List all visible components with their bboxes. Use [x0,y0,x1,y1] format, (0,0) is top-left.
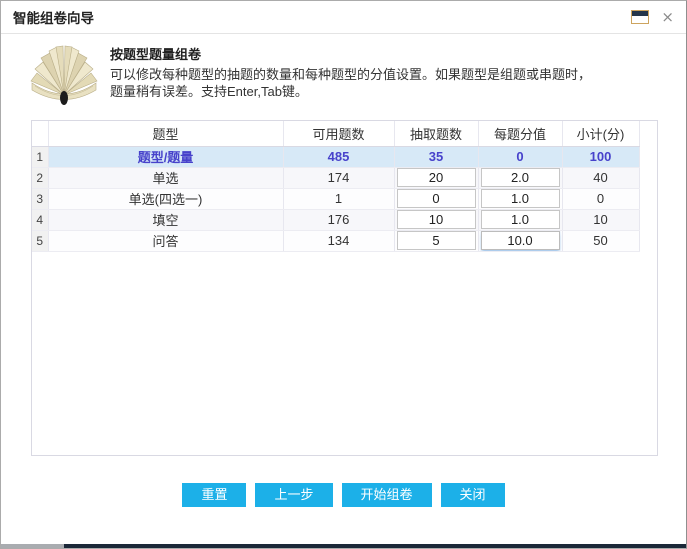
row-number: 4 [32,209,48,230]
dialog-title: 智能组卷向导 [13,7,94,27]
cell-subtotal: 0 [562,188,639,209]
cell-subtotal: 50 [562,230,639,251]
row-number: 1 [32,146,48,167]
cell-type: 单选(四选一) [48,188,283,209]
col-header-score: 每题分值 [478,121,562,146]
score-per-question-input[interactable] [481,210,560,229]
cell-type: 填空 [48,209,283,230]
row-number: 3 [32,188,48,209]
cell-available: 176 [283,209,394,230]
intro-description-line2: 题量稍有误差。支持Enter,Tab键。 [110,83,591,100]
cell-available: 134 [283,230,394,251]
extract-count-input[interactable] [397,210,476,229]
cell-extract: 35 [394,146,478,167]
window-bottom-edge [1,544,686,548]
intro-description-line1: 可以修改每种题型的抽题的数量和每种题型的分值设置。如果题型是组题或串题时， [110,66,591,83]
cell-subtotal: 10 [562,209,639,230]
cell-subtotal: 40 [562,167,639,188]
previous-step-button[interactable]: 上一步 [255,483,332,507]
table-row-summary[interactable]: 1 题型/题量 485 35 0 100 [32,146,639,167]
smart-paper-wizard-dialog: 智能组卷向导 × 按题型题量组卷 [0,0,687,549]
col-header-subtotal: 小计(分) [562,121,639,146]
cell-available: 174 [283,167,394,188]
cell-score: 0 [478,146,562,167]
cell-type: 问答 [48,230,283,251]
cell-type: 单选 [48,167,283,188]
extract-count-input[interactable] [397,189,476,208]
score-per-question-input[interactable] [481,189,560,208]
cell-type: 题型/题量 [48,146,283,167]
score-per-question-input-focused[interactable] [481,231,560,250]
col-header-extract: 抽取题数 [394,121,478,146]
table-row[interactable]: 3 单选(四选一) 1 0 [32,188,639,209]
open-book-icon [25,45,103,107]
table-row[interactable]: 4 填空 176 10 [32,209,639,230]
dialog-titlebar: 智能组卷向导 × [1,1,686,34]
restore-window-icon[interactable] [631,10,649,24]
intro-section: 按题型题量组卷 可以修改每种题型的抽题的数量和每种题型的分值设置。如果题型是组题… [25,43,670,107]
cell-available: 485 [283,146,394,167]
question-type-grid: 题型 可用题数 抽取题数 每题分值 小计(分) 1 题型/题量 485 35 0… [31,120,658,456]
col-header-type: 题型 [48,121,283,146]
table-row[interactable]: 2 单选 174 40 [32,167,639,188]
row-number-header [32,121,48,146]
row-number: 5 [32,230,48,251]
cell-subtotal: 100 [562,146,639,167]
extract-count-input[interactable] [397,231,476,250]
window-bottom-edge-light-segment [1,544,64,548]
reset-button[interactable]: 重置 [182,483,246,507]
close-button[interactable]: 关闭 [441,483,505,507]
extract-count-input[interactable] [397,168,476,187]
table-row[interactable]: 5 问答 134 50 [32,230,639,251]
col-header-available: 可用题数 [283,121,394,146]
row-number: 2 [32,167,48,188]
cell-available: 1 [283,188,394,209]
start-assemble-button[interactable]: 开始组卷 [342,483,432,507]
score-per-question-input[interactable] [481,168,560,187]
footer-button-bar: 重置 上一步 开始组卷 关闭 [1,483,686,507]
close-icon[interactable]: × [661,10,674,25]
intro-title: 按题型题量组卷 [110,44,591,63]
grid-header-row: 题型 可用题数 抽取题数 每题分值 小计(分) [32,121,639,146]
